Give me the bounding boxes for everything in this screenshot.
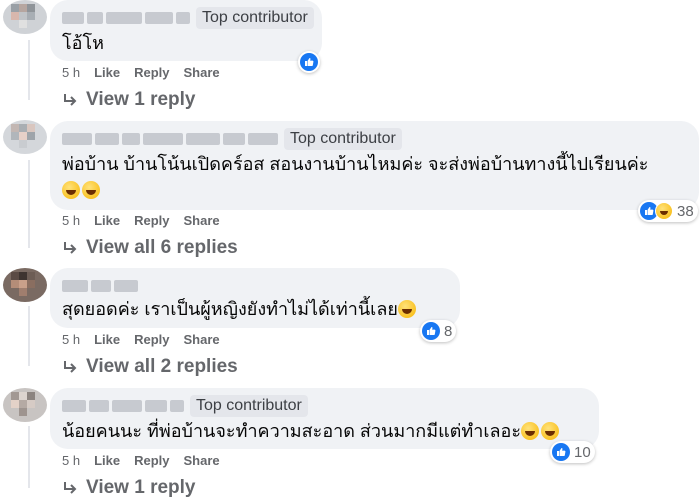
reply-button[interactable]: Reply bbox=[134, 213, 169, 228]
grinning-emoji bbox=[521, 422, 539, 440]
comment-actions: 5 h Like Reply Share bbox=[62, 453, 220, 468]
share-button[interactable]: Share bbox=[184, 453, 220, 468]
comment-text: พ่อบ้าน บ้านโน้นเปิดคร์อส สอนงานบ้านไหมค… bbox=[62, 154, 649, 174]
reply-arrow-icon bbox=[62, 240, 78, 256]
like-button[interactable]: Like bbox=[94, 332, 120, 347]
reaction-summary[interactable]: 8 bbox=[420, 320, 457, 342]
reaction-summary[interactable] bbox=[298, 51, 320, 73]
reaction-count: 8 bbox=[444, 322, 453, 340]
reply-button[interactable]: Reply bbox=[134, 453, 169, 468]
share-button[interactable]: Share bbox=[184, 213, 220, 228]
top-contributor-badge: Top contributor bbox=[284, 128, 402, 150]
thread-line bbox=[28, 160, 30, 248]
author-row bbox=[62, 274, 138, 298]
author-name-redacted[interactable] bbox=[62, 279, 138, 293]
like-button[interactable]: Like bbox=[94, 453, 120, 468]
view-replies-link[interactable]: View all 6 replies bbox=[62, 237, 238, 259]
view-replies-label: View all 2 replies bbox=[86, 356, 238, 377]
haha-icon bbox=[655, 202, 673, 220]
timestamp[interactable]: 5 h bbox=[62, 65, 80, 80]
view-replies-link[interactable]: View 1 reply bbox=[62, 89, 196, 111]
timestamp[interactable]: 5 h bbox=[62, 332, 80, 347]
view-replies-label: View 1 reply bbox=[86, 89, 196, 110]
like-icon bbox=[300, 53, 318, 71]
timestamp[interactable]: 5 h bbox=[62, 453, 80, 468]
thread-line bbox=[28, 306, 30, 366]
author-row: Top contributor bbox=[62, 127, 402, 151]
like-button[interactable]: Like bbox=[94, 213, 120, 228]
reaction-count: 10 bbox=[574, 443, 591, 461]
like-icon bbox=[552, 443, 570, 461]
comment-bubble: Top contributor น้อยคนนะ ที่พ่อบ้านจะทำค… bbox=[50, 388, 599, 449]
comment-text: โอ้โห bbox=[62, 33, 105, 53]
comment-bubble: Top contributor พ่อบ้าน บ้านโน้นเปิดคร์อ… bbox=[50, 121, 699, 210]
comment-bubble: Top contributor โอ้โห bbox=[50, 0, 322, 61]
like-button[interactable]: Like bbox=[94, 65, 120, 80]
grinning-emoji bbox=[541, 422, 559, 440]
reaction-summary[interactable]: 38 bbox=[638, 200, 698, 222]
author-row: Top contributor bbox=[62, 6, 314, 30]
reply-arrow-icon bbox=[62, 359, 78, 375]
like-icon bbox=[422, 322, 440, 340]
share-button[interactable]: Share bbox=[184, 332, 220, 347]
top-contributor-badge: Top contributor bbox=[190, 395, 308, 417]
author-row: Top contributor bbox=[62, 394, 308, 418]
reply-arrow-icon bbox=[62, 480, 78, 496]
reaction-count: 38 bbox=[677, 202, 694, 220]
comment-text: สุดยอดค่ะ เราเป็นผู้หญิงยังทำไม่ได้เท่าน… bbox=[62, 296, 418, 322]
comment-text-line-2 bbox=[62, 177, 102, 203]
avatar[interactable] bbox=[3, 120, 47, 154]
reaction-summary[interactable]: 10 bbox=[550, 441, 595, 463]
author-name-redacted[interactable] bbox=[62, 399, 184, 413]
comment-actions: 5 h Like Reply Share bbox=[62, 332, 220, 347]
thread-line bbox=[28, 426, 30, 488]
top-contributor-badge: Top contributor bbox=[196, 7, 314, 29]
comment-actions: 5 h Like Reply Share bbox=[62, 65, 220, 80]
view-replies-label: View 1 reply bbox=[86, 477, 196, 498]
avatar[interactable] bbox=[3, 388, 47, 422]
view-replies-label: View all 6 replies bbox=[86, 237, 238, 258]
comment-text: น้อยคนนะ ที่พ่อบ้านจะทำความสะอาด ส่วนมาก… bbox=[62, 418, 561, 444]
share-button[interactable]: Share bbox=[184, 65, 220, 80]
view-replies-link[interactable]: View 1 reply bbox=[62, 477, 196, 499]
reply-button[interactable]: Reply bbox=[134, 65, 169, 80]
comment-actions: 5 h Like Reply Share bbox=[62, 213, 220, 228]
timestamp[interactable]: 5 h bbox=[62, 213, 80, 228]
thread-line bbox=[28, 40, 30, 100]
grinning-emoji bbox=[82, 181, 100, 199]
comment-bubble: สุดยอดค่ะ เราเป็นผู้หญิงยังทำไม่ได้เท่าน… bbox=[50, 268, 460, 328]
reply-arrow-icon bbox=[62, 92, 78, 108]
view-replies-link[interactable]: View all 2 replies bbox=[62, 356, 238, 378]
avatar[interactable] bbox=[3, 268, 47, 302]
tears-of-joy-emoji bbox=[397, 300, 416, 318]
author-name-redacted[interactable] bbox=[62, 132, 278, 146]
avatar[interactable] bbox=[3, 0, 47, 34]
laughing-emoji bbox=[62, 181, 80, 199]
author-name-redacted[interactable] bbox=[62, 11, 190, 25]
reply-button[interactable]: Reply bbox=[134, 332, 169, 347]
